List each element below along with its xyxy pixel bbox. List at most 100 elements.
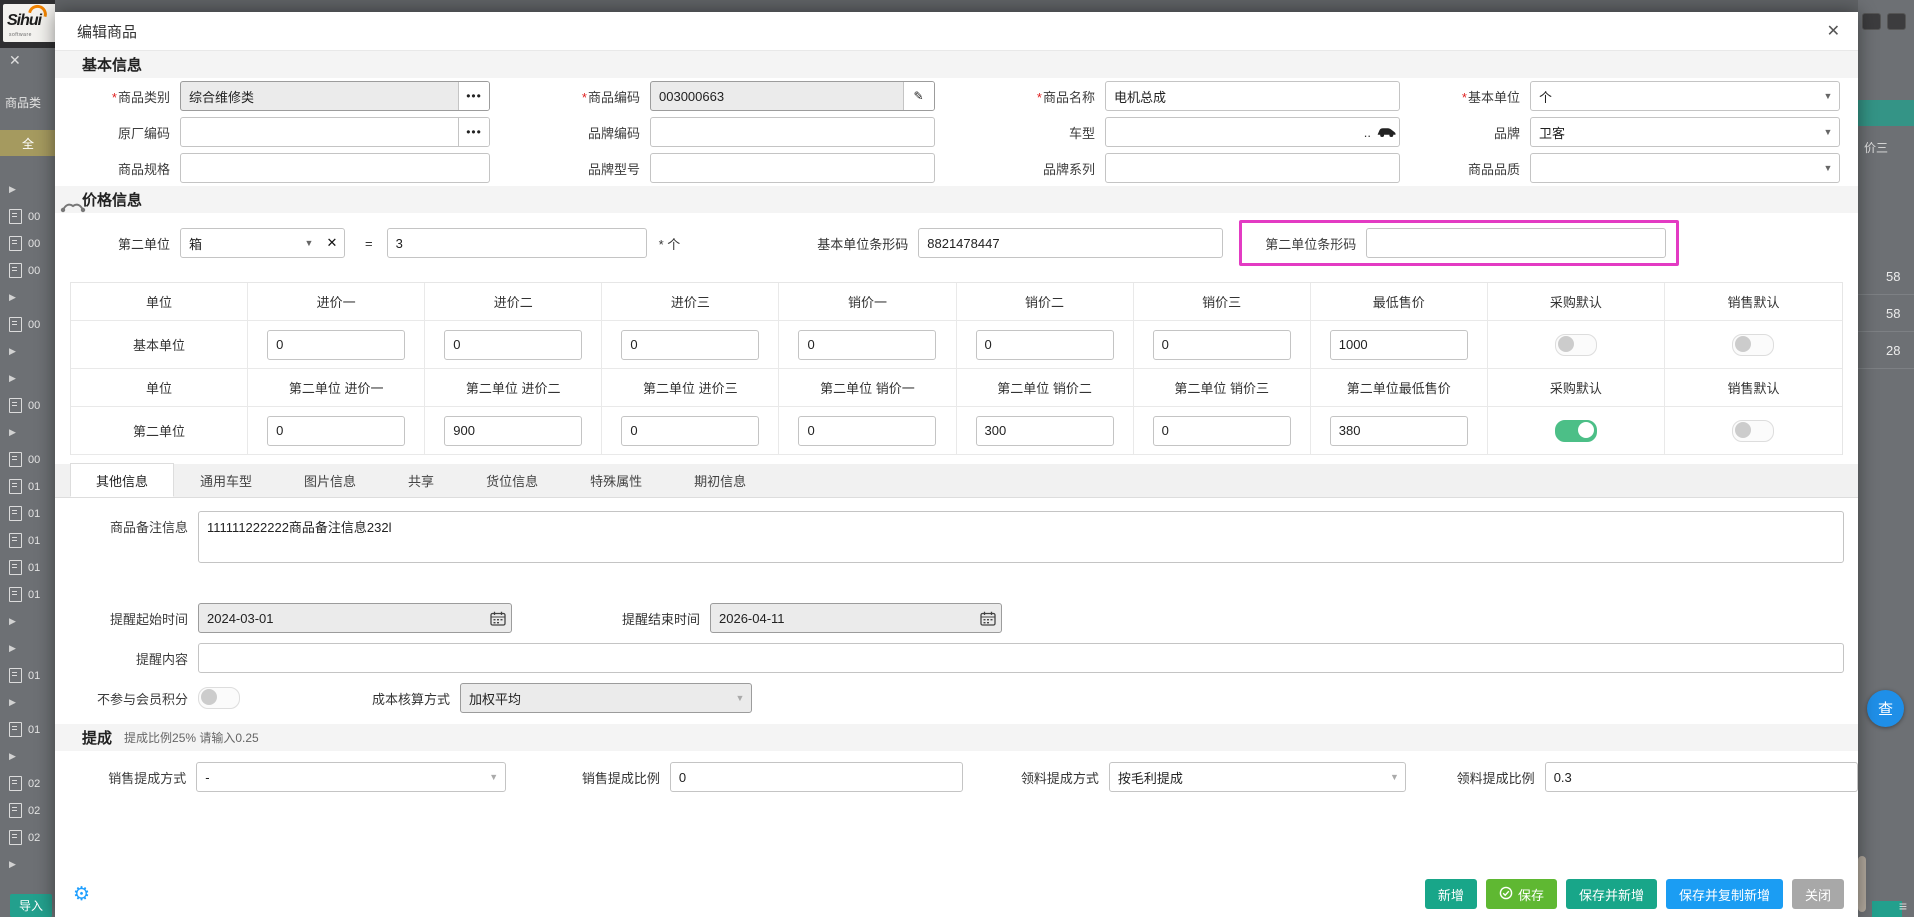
save-and-copy-button[interactable]: 保存并复制新增 — [1666, 879, 1783, 909]
scrollbar-thumb[interactable] — [1858, 856, 1866, 912]
tree-item[interactable]: 01 — [0, 716, 55, 743]
background-close-icon[interactable]: ✕ — [9, 52, 21, 69]
gear-icon[interactable]: ⚙ — [73, 883, 90, 906]
car-icon[interactable] — [1373, 126, 1399, 138]
base-barcode-input[interactable] — [919, 229, 1222, 257]
tree-item[interactable]: 02 — [0, 824, 55, 851]
tree-item[interactable]: ▶ — [0, 176, 55, 203]
query-fab-button[interactable]: 查 — [1867, 690, 1904, 727]
material-comm-ratio-input[interactable] — [1546, 763, 1857, 791]
no-member-points-toggle[interactable] — [198, 687, 240, 709]
tree-item[interactable]: 00 — [0, 392, 55, 419]
sales-comm-method-select[interactable]: - ▼ — [196, 762, 505, 792]
add-button[interactable]: 新增 — [1425, 879, 1477, 909]
tree-item[interactable]: 01 — [0, 581, 55, 608]
category-input[interactable] — [181, 82, 458, 110]
brand-series-input[interactable] — [1106, 154, 1399, 182]
tab-share[interactable]: 共享 — [382, 463, 460, 497]
tree-item[interactable]: 02 — [0, 770, 55, 797]
close-icon[interactable]: ✕ — [1827, 21, 1840, 41]
category-lookup-button[interactable]: ••• — [458, 82, 489, 110]
base-purchase-price-2-input[interactable] — [444, 330, 582, 360]
remind-start-input[interactable] — [199, 604, 485, 632]
sales-comm-ratio-input[interactable] — [671, 763, 962, 791]
tree-item[interactable]: 00 — [0, 311, 55, 338]
second-purchase-price-2-input[interactable] — [444, 416, 582, 446]
factory-code-lookup-button[interactable]: ••• — [458, 118, 489, 146]
remind-content-input[interactable] — [199, 644, 1843, 672]
brand-model-input[interactable] — [651, 154, 934, 182]
conversion-factor-input[interactable] — [388, 229, 646, 257]
vehicle-lookup-dots[interactable]: .. — [1364, 125, 1371, 140]
tree-item[interactable]: 01 — [0, 527, 55, 554]
second-purchase-default-toggle[interactable] — [1555, 420, 1597, 442]
second-min-price-input[interactable] — [1330, 416, 1468, 446]
second-sale-price-1-input[interactable] — [798, 416, 936, 446]
tree-item[interactable]: 02 — [0, 797, 55, 824]
base-purchase-default-toggle[interactable] — [1555, 334, 1597, 356]
tree-item[interactable]: ▶ — [0, 419, 55, 446]
second-barcode-input[interactable] — [1367, 229, 1665, 257]
second-sales-default-toggle[interactable] — [1732, 420, 1774, 442]
hamburger-icon[interactable]: ≡ — [1899, 898, 1907, 914]
tree-item[interactable]: 01 — [0, 473, 55, 500]
tree-item[interactable]: ▶ — [0, 365, 55, 392]
tree-item[interactable]: ▶ — [0, 338, 55, 365]
chevron-down-icon[interactable]: ▼ — [1817, 91, 1839, 101]
calendar-icon[interactable] — [975, 611, 1001, 626]
chevron-down-icon[interactable]: ▼ — [1817, 163, 1839, 173]
code-input[interactable] — [651, 82, 903, 110]
remind-end-input[interactable] — [711, 604, 975, 632]
spec-input[interactable] — [181, 154, 489, 182]
chevron-down-icon[interactable]: ▼ — [1383, 772, 1405, 782]
tab-location-info[interactable]: 货位信息 — [460, 463, 564, 497]
tree-item[interactable]: ▶ — [0, 689, 55, 716]
base-purchase-price-3-input[interactable] — [621, 330, 759, 360]
remind-end-field[interactable] — [710, 603, 1002, 633]
quality-select[interactable]: ▼ — [1530, 153, 1840, 183]
second-purchase-price-3-input[interactable] — [621, 416, 759, 446]
remind-start-field[interactable] — [198, 603, 512, 633]
factory-code-input[interactable] — [181, 118, 458, 146]
base-sales-default-toggle[interactable] — [1732, 334, 1774, 356]
tab-common-models[interactable]: 通用车型 — [174, 463, 278, 497]
edit-pencil-icon[interactable]: ✎ — [903, 82, 934, 110]
tree-item[interactable]: ▶ — [0, 284, 55, 311]
chevron-down-icon[interactable]: ▼ — [1817, 127, 1839, 137]
material-comm-method-select[interactable]: 按毛利提成 ▼ — [1109, 762, 1407, 792]
remark-textarea[interactable]: 111111222222商品备注信息232l — [198, 511, 1844, 563]
tab-picture-info[interactable]: 图片信息 — [278, 463, 382, 497]
tree-item[interactable]: ▶ — [0, 743, 55, 770]
calendar-icon[interactable] — [485, 611, 511, 626]
brand-code-input[interactable] — [651, 118, 934, 146]
second-purchase-price-1-input[interactable] — [267, 416, 405, 446]
tree-item[interactable]: ▶ — [0, 851, 55, 878]
tree-item[interactable]: 01 — [0, 554, 55, 581]
header-icon[interactable] — [1862, 13, 1881, 30]
header-icon[interactable] — [1887, 13, 1906, 30]
second-unit-select[interactable]: 箱 ▼ ✕ — [180, 228, 345, 258]
base-sale-price-1-input[interactable] — [798, 330, 936, 360]
base-min-price-input[interactable] — [1330, 330, 1468, 360]
tree-item[interactable]: 00 — [0, 446, 55, 473]
base-purchase-price-1-input[interactable] — [267, 330, 405, 360]
tree-item[interactable]: ▶ — [0, 608, 55, 635]
tab-other-info[interactable]: 其他信息 — [70, 463, 174, 497]
second-sale-price-2-input[interactable] — [976, 416, 1114, 446]
tree-item[interactable]: 01 — [0, 662, 55, 689]
save-button[interactable]: 保存 — [1486, 879, 1557, 909]
chevron-down-icon[interactable]: ▼ — [483, 772, 505, 782]
chevron-down-icon[interactable]: ▼ — [298, 238, 320, 248]
close-button[interactable]: 关闭 — [1792, 879, 1844, 909]
brand-select[interactable]: 卫客 ▼ — [1530, 117, 1840, 147]
name-input[interactable] — [1106, 82, 1399, 110]
tree-item[interactable]: 01 — [0, 500, 55, 527]
tree-item[interactable]: 00 — [0, 203, 55, 230]
background-selected-row[interactable]: 全 — [0, 130, 55, 156]
tree-item[interactable]: 00 — [0, 257, 55, 284]
vehicle-model-input[interactable] — [1106, 118, 1364, 146]
base-unit-select[interactable]: 个 ▼ — [1530, 81, 1840, 111]
tab-opening-info[interactable]: 期初信息 — [668, 463, 772, 497]
tab-special-attrs[interactable]: 特殊属性 — [564, 463, 668, 497]
clear-icon[interactable]: ✕ — [320, 235, 344, 251]
